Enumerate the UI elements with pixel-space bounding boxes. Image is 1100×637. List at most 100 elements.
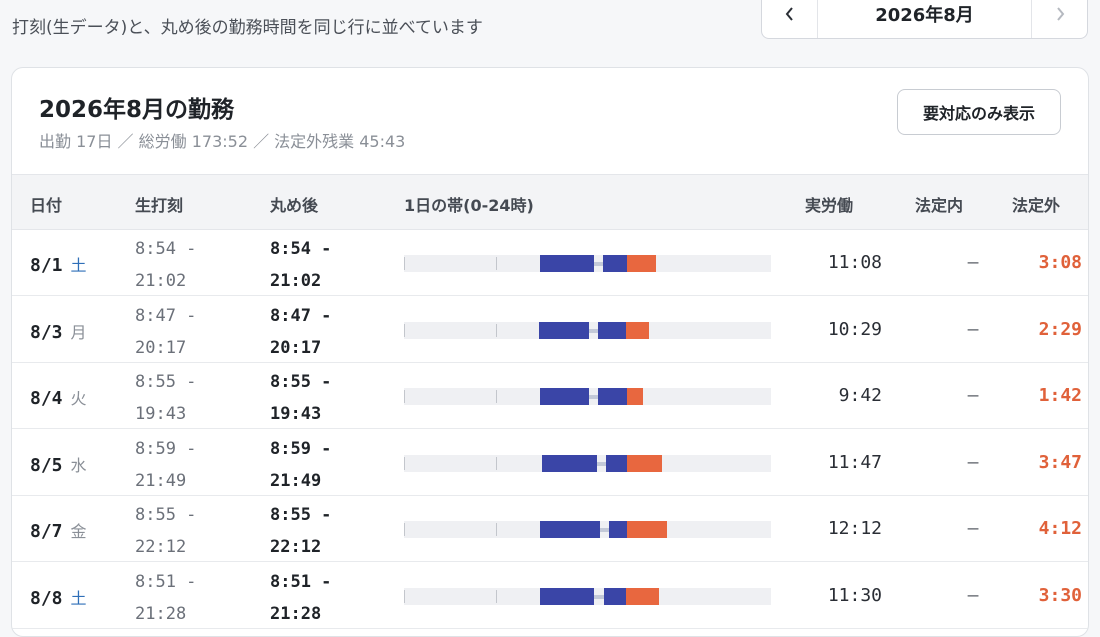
month-navigator: 2026年8月 (761, 0, 1088, 39)
overtime-segment (627, 255, 657, 272)
overtime-segment (627, 388, 643, 405)
legal-out-overtime: 3:08 (1038, 252, 1082, 273)
rounded-time: 8:47 - 20:17 (270, 300, 331, 364)
raw-end: 19:43 (135, 404, 187, 424)
band-tick (495, 523, 497, 536)
regular-work-segment (598, 388, 628, 405)
actual-work: 11:08 (827, 252, 882, 273)
raw-end: 20:17 (135, 337, 187, 358)
regular-work-segment (598, 321, 626, 339)
day-band (404, 587, 771, 605)
regular-work-segment (540, 388, 590, 405)
raw-punch: 8:59 - 21:49 (135, 433, 196, 497)
date-text: 8/8 (30, 587, 63, 609)
raw-punch: 8:55 - 19:43 (135, 366, 196, 430)
actual-work: 11:30 (827, 584, 882, 606)
chevron-left-icon (785, 6, 793, 21)
table-row[interactable]: 8/4 火 8:55 - 19:43 8:55 - 19:43 9:42 – 1:42 (12, 363, 1088, 429)
rounded-end: 19:43 (270, 404, 322, 424)
legal-out-overtime: 2:29 (1038, 318, 1082, 340)
table-row[interactable]: 8/3 月 8:47 - 20:17 8:47 - 20:17 10:29 – 2:29 (12, 297, 1088, 363)
rounded-start: 8:59 - (270, 438, 332, 459)
weekday-text: 火 (70, 389, 87, 408)
regular-work-segment (605, 454, 628, 472)
weekday-text: 月 (70, 322, 87, 342)
overtime-segment (625, 321, 649, 339)
prev-month-button[interactable] (762, 0, 817, 38)
header-legal-in[interactable]: 法定内 (915, 192, 963, 216)
regular-work-segment (540, 521, 600, 538)
raw-start: 8:47 - (135, 305, 197, 326)
work-summary: 出勤 17日 ／ 総労働 173:52 ／ 法定外残業 45:43 (39, 132, 406, 151)
overtime-segment (627, 521, 667, 538)
table-row[interactable]: 8/5 水 8:59 - 21:49 8:59 - 21:49 11:47 – 3:47 (12, 430, 1088, 496)
header-actual[interactable]: 実労働 (805, 192, 853, 216)
raw-punch: 8:47 - 20:17 (135, 300, 196, 364)
rounded-end: 22:12 (270, 537, 322, 557)
legal-out-overtime: 1:42 (1038, 385, 1082, 406)
band-tick (495, 323, 497, 337)
chevron-right-icon (1056, 6, 1064, 21)
rounded-time: 8:55 - 19:43 (270, 366, 331, 430)
table-row[interactable]: 8/1 土 8:54 - 21:02 8:54 - 21:02 11:08 – 3:08 (12, 230, 1088, 296)
page-subtitle: 打刻(生データ)と、丸め後の勤務時間を同じ行に並べています (12, 18, 483, 38)
legal-in-overtime: – (967, 584, 979, 606)
regular-work-segment (608, 521, 628, 538)
day-band (404, 521, 771, 538)
raw-start: 8:55 - (135, 372, 197, 392)
row-date: 8/8 土 (30, 585, 87, 609)
legal-out-overtime: 3:47 (1038, 451, 1082, 473)
rounded-start: 8:47 - (270, 305, 332, 326)
rounded-time: 8:55 - 22:12 (270, 499, 331, 563)
rounded-time: 8:59 - 21:49 (270, 433, 331, 497)
header-raw[interactable]: 生打刻 (135, 192, 183, 216)
legal-in-overtime: – (967, 385, 979, 406)
day-band (404, 454, 771, 472)
row-date: 8/3 月 (30, 319, 87, 343)
regular-work-segment (541, 454, 597, 472)
header-date[interactable]: 日付 (30, 192, 62, 216)
break-segment (589, 328, 599, 333)
show-actionable-only-button[interactable]: 要対応のみ表示 (897, 89, 1061, 135)
raw-end: 21:28 (135, 603, 187, 624)
next-month-button[interactable] (1032, 0, 1087, 38)
break-segment (599, 528, 609, 532)
band-tick (495, 589, 497, 603)
break-segment (593, 594, 605, 599)
actual-work: 9:42 (838, 385, 882, 406)
overtime-segment (627, 454, 663, 472)
actual-work: 12:12 (827, 518, 882, 539)
band-tick (495, 390, 497, 403)
row-date: 8/4 火 (30, 385, 87, 409)
rounded-time: 8:51 - 21:28 (270, 566, 331, 630)
break-segment (589, 395, 599, 399)
legal-in-overtime: – (967, 451, 979, 473)
raw-end: 22:12 (135, 537, 187, 557)
rounded-start: 8:55 - (270, 505, 332, 525)
day-band (404, 255, 771, 272)
band-tick (404, 390, 405, 403)
raw-start: 8:54 - (135, 239, 197, 259)
header-rounded[interactable]: 丸め後 (270, 192, 318, 216)
raw-start: 8:55 - (135, 505, 197, 525)
date-text: 8/7 (30, 521, 63, 542)
weekday-text: 金 (70, 522, 87, 541)
regular-work-segment (538, 321, 590, 339)
table-row[interactable]: 8/7 金 8:55 - 22:12 8:55 - 22:12 12:12 – 4:12 (12, 496, 1088, 562)
band-tick (404, 456, 405, 470)
regular-work-segment (602, 255, 628, 272)
actual-work: 10:29 (827, 318, 882, 340)
weekday-text: 土 (70, 588, 87, 608)
date-text: 8/4 (30, 388, 63, 409)
header-legal-out[interactable]: 法定外 (1012, 192, 1060, 216)
band-tick (404, 323, 405, 337)
rounded-end: 21:49 (270, 470, 322, 491)
raw-start: 8:59 - (135, 438, 197, 459)
raw-punch: 8:51 - 21:28 (135, 566, 196, 630)
rounded-start: 8:55 - (270, 372, 332, 392)
legal-out-overtime: 4:12 (1038, 518, 1082, 539)
regular-work-segment (540, 587, 594, 605)
regular-work-segment (604, 587, 626, 605)
weekday-text: 水 (70, 455, 87, 475)
raw-punch: 8:55 - 22:12 (135, 499, 196, 563)
